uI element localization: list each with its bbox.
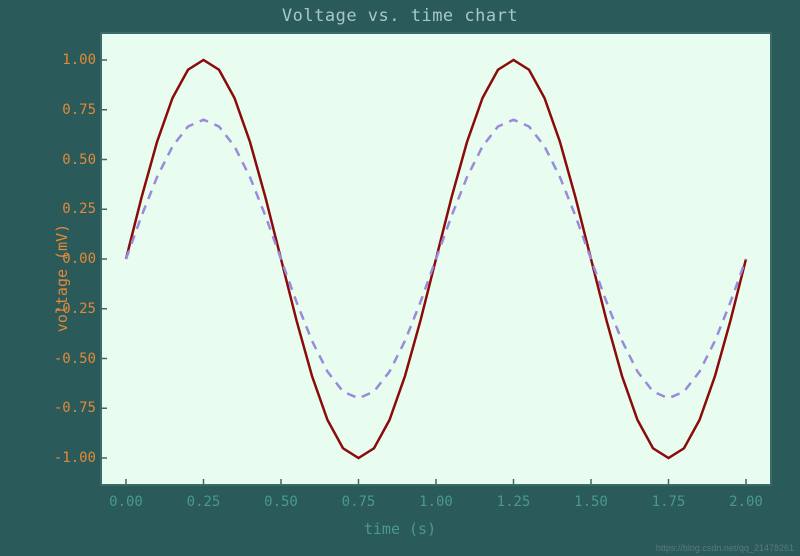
x-tick-label: 1.50	[566, 494, 616, 510]
y-tick-label: 0.75	[36, 102, 96, 118]
plot-area	[100, 32, 772, 486]
x-tick-label: 0.50	[256, 494, 306, 510]
x-tick-label: 1.75	[644, 494, 694, 510]
x-tick-label: 0.25	[179, 494, 229, 510]
y-tick-label: 1.00	[36, 52, 96, 68]
watermark: https://blog.csdn.net/qq_21478261	[656, 543, 794, 553]
series-line	[126, 120, 746, 399]
x-tick-label: 1.00	[411, 494, 461, 510]
plot-svg	[102, 34, 770, 484]
y-tick-label: -1.00	[36, 450, 96, 466]
figure: Voltage vs. time chart voltage (mV) time…	[0, 0, 800, 556]
x-tick-label: 0.75	[334, 494, 384, 510]
x-tick-label: 1.25	[489, 494, 539, 510]
y-tick-label: 0.25	[36, 201, 96, 217]
chart-title: Voltage vs. time chart	[0, 6, 800, 26]
x-tick-label: 0.00	[101, 494, 151, 510]
y-tick-label: -0.75	[36, 400, 96, 416]
y-tick-label: -0.50	[36, 351, 96, 367]
x-tick-label: 2.00	[721, 494, 771, 510]
y-tick-label: -0.25	[36, 301, 96, 317]
x-axis-label: time (s)	[0, 520, 800, 538]
y-tick-label: 0.00	[36, 251, 96, 267]
y-tick-label: 0.50	[36, 152, 96, 168]
